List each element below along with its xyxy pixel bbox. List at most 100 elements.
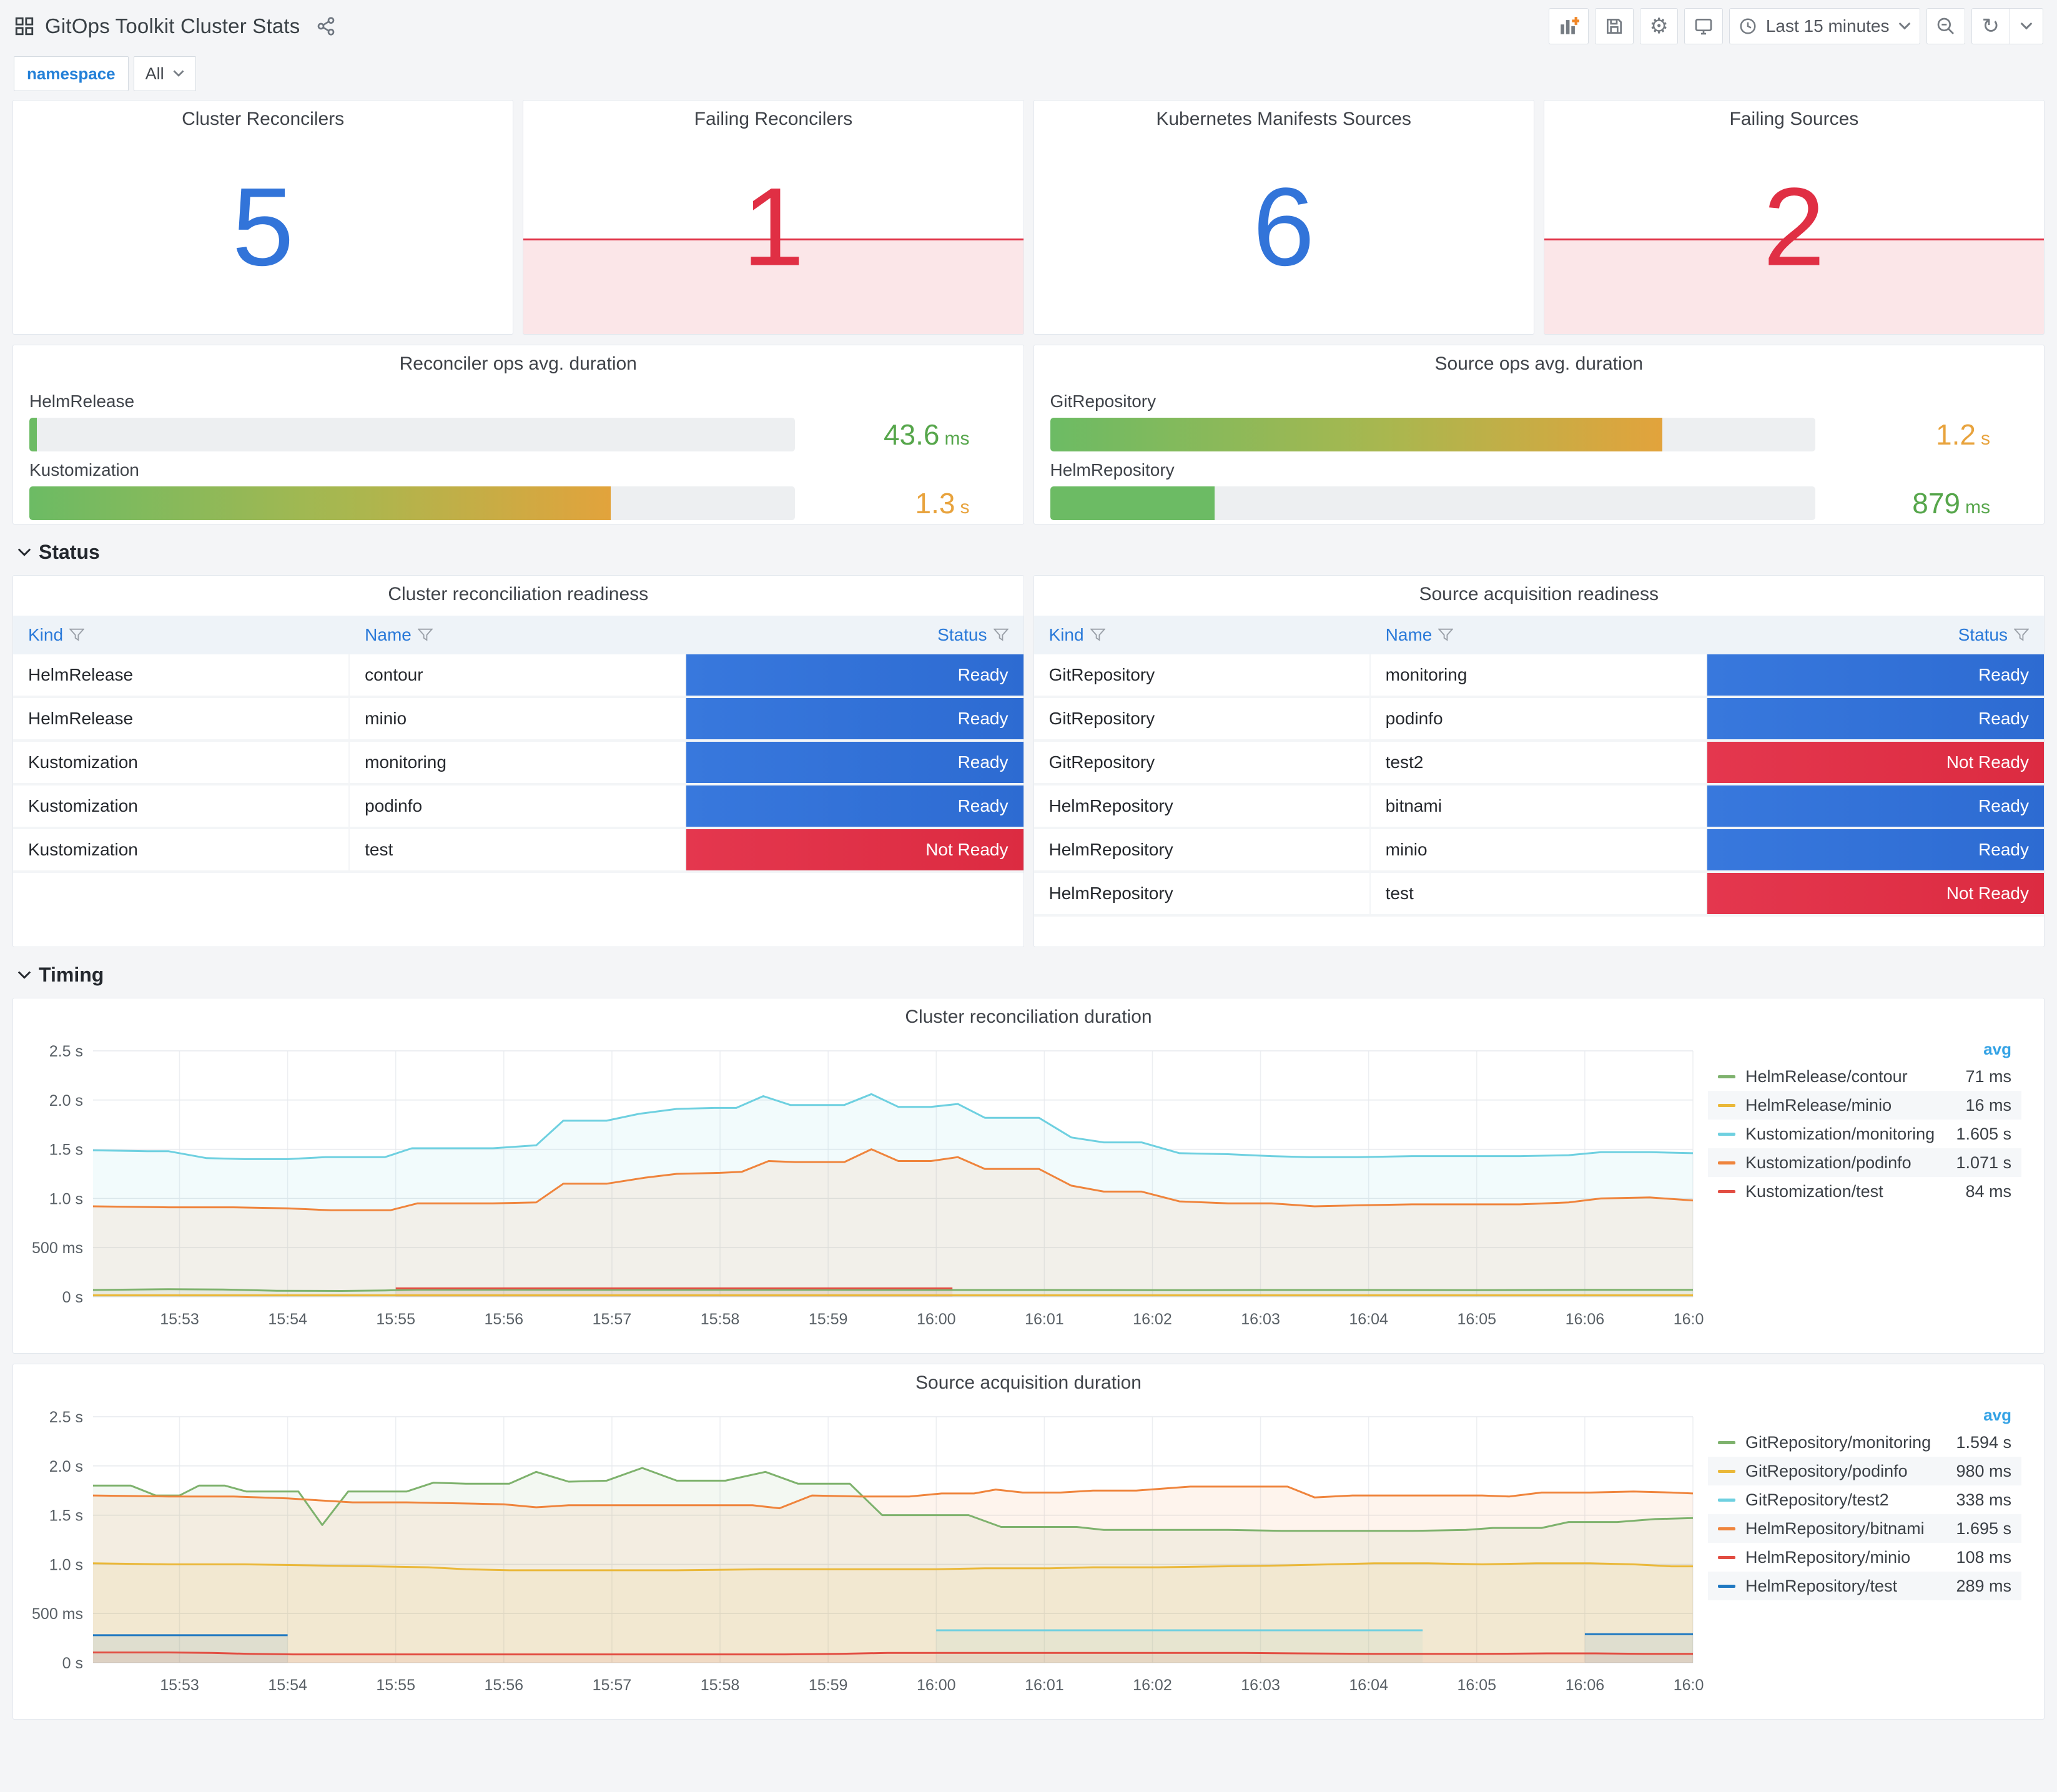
legend-series-color: [1718, 1132, 1735, 1136]
gauge-value-unit: s: [1981, 428, 1990, 449]
legend-series-avg: 1.594 s: [1956, 1432, 2011, 1452]
filter-funnel-icon[interactable]: [69, 628, 85, 642]
filter-funnel-icon[interactable]: [1438, 628, 1454, 642]
stat-panel-title[interactable]: Failing Sources: [1544, 101, 2044, 138]
legend-series-color: [1718, 1555, 1735, 1559]
filter-funnel-icon[interactable]: [417, 628, 433, 642]
x-axis-tick-label: 16:05: [1458, 1676, 1497, 1694]
gauge-panel: Source ops avg. duration GitRepository 1.2…: [1033, 345, 2045, 524]
legend-item[interactable]: HelmRepository/minio 108 ms: [1708, 1543, 2021, 1572]
stat-panel-title[interactable]: Failing Reconcilers: [523, 101, 1023, 138]
x-axis-tick-label: 15:54: [268, 1676, 307, 1694]
chart-panel-title[interactable]: Source acquisition duration: [18, 1364, 2039, 1402]
zoom-out-button[interactable]: [1926, 8, 1965, 44]
x-axis-tick-label: 16:01: [1025, 1676, 1064, 1694]
legend-avg-header[interactable]: avg: [1708, 1036, 2021, 1062]
time-range-label: Last 15 minutes: [1765, 16, 1890, 36]
cell-name: podinfo: [350, 785, 687, 827]
gauge-label: HelmRepository: [1050, 460, 1175, 480]
legend-series-color: [1718, 1161, 1735, 1164]
legend-item[interactable]: GitRepository/test2 338 ms: [1708, 1485, 2021, 1514]
x-axis-tick-label: 16:03: [1241, 1311, 1280, 1328]
section-status-label: Status: [39, 541, 100, 563]
stat-panel: Cluster Reconcilers 5: [12, 100, 514, 335]
legend-series-name: HelmRepository/bitnami: [1745, 1519, 1925, 1538]
gauge-panel-title[interactable]: Reconciler ops avg. duration: [29, 345, 1007, 383]
namespace-variable-select[interactable]: All: [133, 56, 196, 91]
section-header-timing[interactable]: Timing: [0, 957, 2057, 998]
x-axis-tick-label: 15:53: [160, 1311, 199, 1328]
legend-series-avg: 71 ms: [1965, 1066, 2011, 1086]
table-column-header[interactable]: Status: [686, 625, 1023, 645]
filter-funnel-icon[interactable]: [1090, 628, 1105, 642]
gauge-label: Kustomization: [29, 460, 139, 480]
gauge-track: [1050, 418, 1815, 451]
table-row: HelmRelease contour Ready: [13, 654, 1024, 698]
readiness-table-panel: Source acquisition readiness Kind Name Stat…: [1033, 575, 2045, 947]
table-column-header[interactable]: Kind: [1034, 625, 1371, 645]
filter-funnel-icon[interactable]: [993, 628, 1009, 642]
refresh-interval-dropdown[interactable]: [2010, 8, 2043, 44]
legend-item[interactable]: HelmRepository/bitnami 1.695 s: [1708, 1514, 2021, 1543]
filter-funnel-icon[interactable]: [2014, 628, 2029, 642]
chart-row-reconciliation: Cluster reconciliation duration 0 s 500 ms…: [0, 998, 2057, 1354]
legend-avg-header[interactable]: avg: [1708, 1402, 2021, 1428]
cycle-view-mode-button[interactable]: [1684, 8, 1723, 44]
cell-status-badge: Ready: [686, 742, 1024, 783]
table-row: Kustomization monitoring Ready: [13, 742, 1024, 785]
legend-item[interactable]: Kustomization/podinfo 1.071 s: [1708, 1148, 2021, 1177]
section-timing-label: Timing: [39, 963, 104, 986]
legend-series-avg: 16 ms: [1965, 1095, 2011, 1115]
x-axis-tick-label: 15:58: [701, 1676, 740, 1694]
x-axis-tick-label: 15:55: [376, 1676, 415, 1694]
table-column-header[interactable]: Status: [1707, 625, 2044, 645]
legend-item[interactable]: HelmRelease/minio 16 ms: [1708, 1091, 2021, 1120]
section-header-status[interactable]: Status: [0, 534, 2057, 575]
gauge-panel-title[interactable]: Source ops avg. duration: [1050, 345, 2028, 383]
legend-item[interactable]: GitRepository/podinfo 980 ms: [1708, 1457, 2021, 1485]
add-panel-button[interactable]: [1549, 8, 1589, 44]
stat-panel: Failing Sources 2: [1543, 100, 2045, 335]
gauge-value-unit: s: [960, 497, 970, 518]
gauge-value-number: 879: [1912, 487, 1960, 519]
stat-panels-row: Cluster Reconcilers 5 Failing Reconcilers 1…: [0, 100, 2057, 335]
apps-grid-icon[interactable]: [14, 16, 35, 37]
table-column-header[interactable]: Name: [350, 625, 686, 645]
legend-item[interactable]: GitRepository/monitoring 1.594 s: [1708, 1428, 2021, 1457]
dashboard-settings-button[interactable]: ⚙: [1640, 8, 1678, 44]
time-range-picker[interactable]: Last 15 minutes: [1729, 8, 1920, 44]
chart-panel-title[interactable]: Cluster reconciliation duration: [18, 998, 2039, 1036]
cell-name: podinfo: [1371, 698, 1707, 739]
table-panel-title[interactable]: Cluster reconciliation readiness: [13, 576, 1024, 613]
table-column-header[interactable]: Name: [1371, 625, 1707, 645]
namespace-variable-label: namespace: [14, 56, 129, 91]
share-icon[interactable]: [316, 16, 336, 36]
legend-item[interactable]: HelmRelease/contour 71 ms: [1708, 1062, 2021, 1091]
stat-value: 6: [1253, 164, 1315, 289]
table-column-header[interactable]: Kind: [13, 625, 350, 645]
namespace-variable-value: All: [145, 64, 164, 83]
legend-series-color: [1718, 1584, 1735, 1588]
cell-kind: HelmRepository: [1034, 873, 1371, 914]
gauge-label: GitRepository: [1050, 391, 1157, 411]
legend-item[interactable]: Kustomization/test 84 ms: [1708, 1177, 2021, 1206]
stat-panel-title[interactable]: Cluster Reconcilers: [13, 101, 513, 138]
gauge-label: HelmRelease: [29, 391, 135, 411]
refresh-button[interactable]: ↻: [1972, 8, 2010, 44]
stat-panel-title[interactable]: Kubernetes Manifests Sources: [1034, 101, 1534, 138]
column-header-label: Status: [1958, 625, 2008, 644]
table-row: HelmRelease minio Ready: [13, 698, 1024, 742]
series-area: [1584, 1634, 1693, 1663]
x-axis-tick-label: 16:00: [917, 1311, 956, 1328]
legend-series-color: [1718, 1527, 1735, 1530]
cell-name: monitoring: [350, 742, 687, 783]
legend-series-name: GitRepository/monitoring: [1745, 1432, 1931, 1452]
legend-item[interactable]: HelmRepository/test 289 ms: [1708, 1572, 2021, 1600]
stat-value: 2: [1763, 164, 1825, 289]
cell-kind: Kustomization: [13, 829, 350, 870]
gauge-value: 1.2 s: [1815, 418, 2028, 451]
legend-item[interactable]: Kustomization/monitoring 1.605 s: [1708, 1120, 2021, 1148]
y-axis-tick-label: 1.5 s: [49, 1141, 83, 1159]
table-panel-title[interactable]: Source acquisition readiness: [1034, 576, 2045, 613]
save-dashboard-button[interactable]: [1595, 8, 1634, 44]
